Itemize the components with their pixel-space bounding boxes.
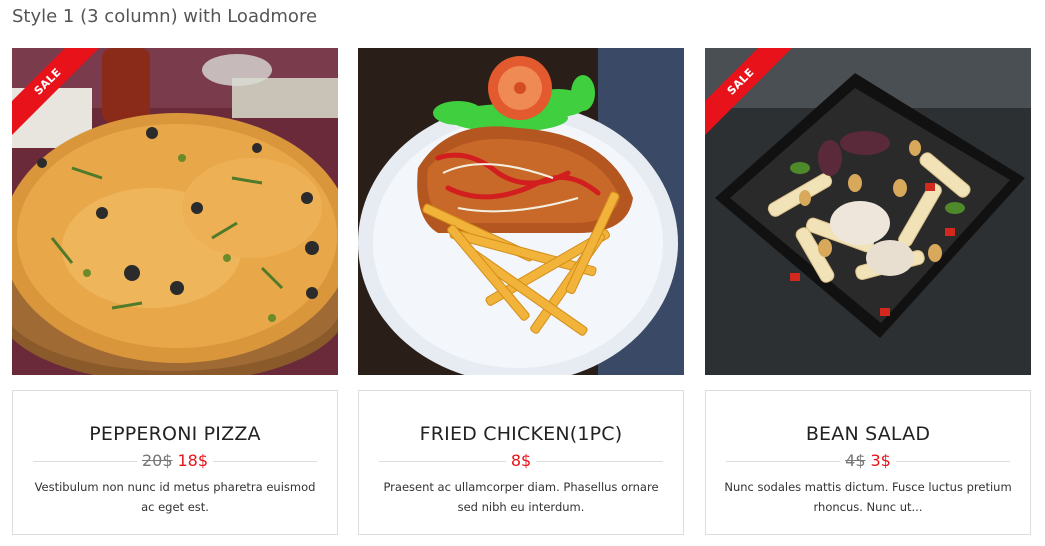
pizza-image[interactable]: SALE: [12, 48, 338, 375]
product-info: FRIED CHICKEN(1PC) 8$ Praesent ac ullamc…: [358, 390, 684, 535]
price-block: 4$ 3$: [840, 451, 896, 470]
sale-price: 3$: [870, 451, 891, 470]
old-price: 4$: [845, 451, 866, 470]
product-info: PEPPERONI PIZZA 20$ 18$ Vestibulum non nu…: [12, 390, 338, 535]
product-description: Nunc sodales mattis dictum. Fusce luctus…: [724, 480, 1012, 514]
product-grid: SALE PEPPERONI PIZZA 20$ 18$ Vestibulum n…: [12, 48, 1032, 536]
sale-price: 8$: [510, 451, 532, 470]
bean-salad-image[interactable]: SALE: [705, 48, 1031, 375]
old-price: 20$: [141, 451, 173, 470]
price-block: 20$ 18$: [136, 451, 214, 470]
product-card-bean-salad[interactable]: SALE BEAN SALAD 4$ 3$ Nunc sodales mattis…: [705, 48, 1031, 536]
product-card-pepperoni-pizza[interactable]: SALE PEPPERONI PIZZA 20$ 18$ Vestibulum n…: [12, 48, 338, 536]
fried-chicken-image[interactable]: [358, 48, 684, 375]
sale-price: 18$: [177, 451, 209, 470]
product-info: BEAN SALAD 4$ 3$ Nunc sodales mattis dict…: [705, 390, 1031, 535]
product-description: Praesent ac ullamcorper diam. Phasellus …: [383, 480, 659, 514]
price-block: 8$: [505, 451, 537, 470]
product-card-fried-chicken[interactable]: FRIED CHICKEN(1PC) 8$ Praesent ac ullamc…: [358, 48, 684, 536]
section-heading: Style 1 (3 column) with Loadmore: [12, 6, 318, 27]
product-title[interactable]: FRIED CHICKEN(1PC): [359, 423, 683, 445]
product-description: Vestibulum non nunc id metus pharetra eu…: [34, 480, 316, 514]
product-title[interactable]: PEPPERONI PIZZA: [13, 423, 337, 445]
product-title[interactable]: BEAN SALAD: [706, 423, 1030, 445]
